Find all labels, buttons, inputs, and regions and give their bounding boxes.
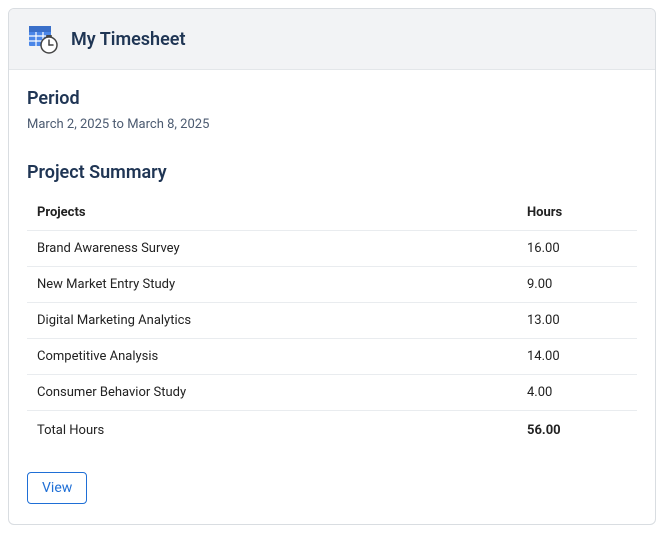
table-header-row: Projects Hours <box>27 195 637 231</box>
table-row: Brand Awareness Survey 16.00 <box>27 231 637 267</box>
project-name: Digital Marketing Analytics <box>27 303 517 339</box>
project-name: Consumer Behavior Study <box>27 375 517 411</box>
project-hours: 13.00 <box>517 303 637 339</box>
total-value: 56.00 <box>517 411 637 451</box>
table-row: Digital Marketing Analytics 13.00 <box>27 303 637 339</box>
col-projects: Projects <box>27 195 517 231</box>
project-hours: 16.00 <box>517 231 637 267</box>
project-hours: 4.00 <box>517 375 637 411</box>
card-body: Period March 2, 2025 to March 8, 2025 Pr… <box>9 70 655 524</box>
table-row: Competitive Analysis 14.00 <box>27 339 637 375</box>
view-button[interactable]: View <box>27 472 87 504</box>
project-hours: 14.00 <box>517 339 637 375</box>
table-row: New Market Entry Study 9.00 <box>27 267 637 303</box>
card-title: My Timesheet <box>71 29 186 50</box>
period-range: March 2, 2025 to March 8, 2025 <box>27 117 637 132</box>
project-name: New Market Entry Study <box>27 267 517 303</box>
total-label: Total Hours <box>27 411 517 451</box>
timesheet-card: My Timesheet Period March 2, 2025 to Mar… <box>8 8 656 525</box>
table-row: Consumer Behavior Study 4.00 <box>27 375 637 411</box>
period-label: Period <box>27 88 637 109</box>
summary-heading: Project Summary <box>27 162 637 183</box>
project-name: Brand Awareness Survey <box>27 231 517 267</box>
timesheet-icon <box>27 23 59 55</box>
project-summary-table: Projects Hours Brand Awareness Survey 16… <box>27 195 637 450</box>
total-row: Total Hours 56.00 <box>27 411 637 451</box>
project-name: Competitive Analysis <box>27 339 517 375</box>
project-hours: 9.00 <box>517 267 637 303</box>
col-hours: Hours <box>517 195 637 231</box>
card-header: My Timesheet <box>9 9 655 70</box>
